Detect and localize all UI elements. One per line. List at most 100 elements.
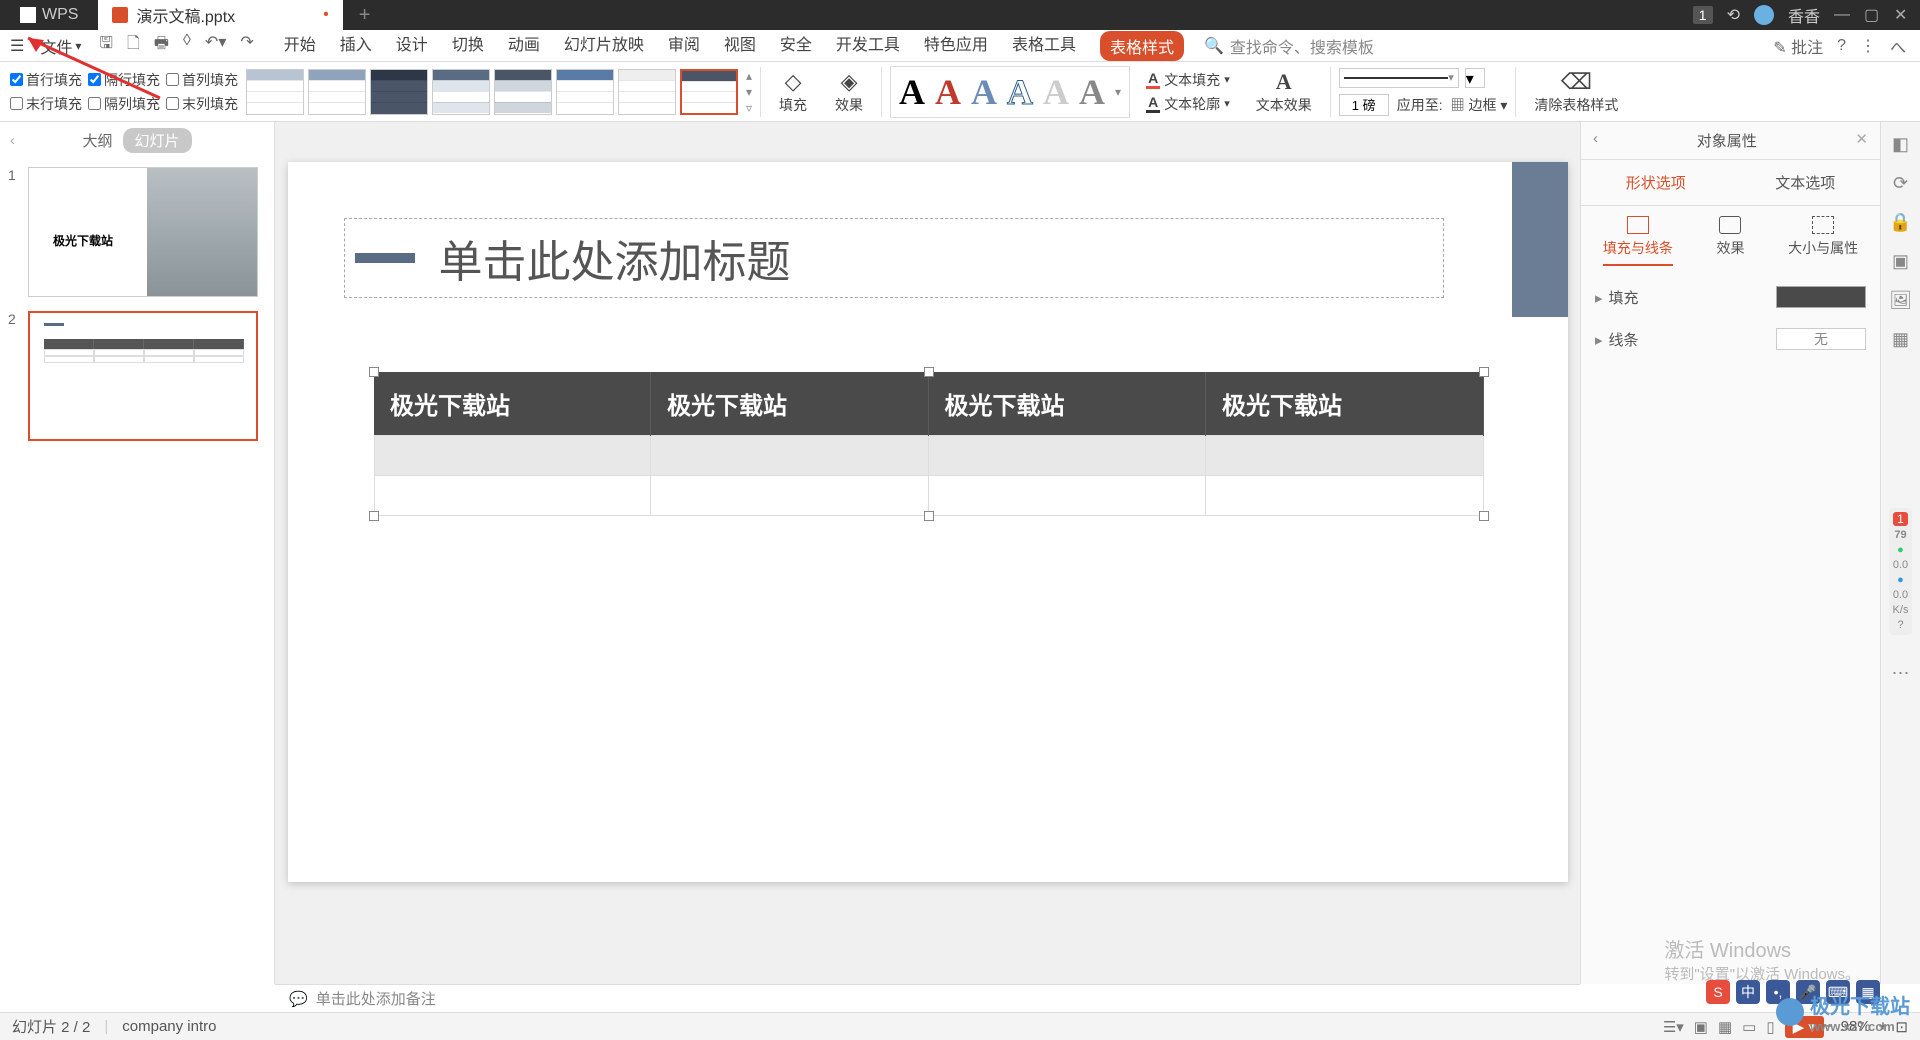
notes-toggle-icon[interactable]: ☰▾ (1663, 1018, 1684, 1036)
menu-insert[interactable]: 插入 (340, 31, 372, 61)
menu-table-tools[interactable]: 表格工具 (1012, 31, 1076, 61)
windows-activate-watermark: 激活 Windows 转到"设置"以激活 Windows。 (1664, 934, 1860, 984)
menu-slideshow[interactable]: 幻灯片放映 (564, 31, 644, 61)
user-avatar-icon[interactable] (1754, 5, 1774, 25)
prop-line-row[interactable]: ▸线条 无 (1581, 318, 1880, 360)
border-style-select[interactable]: ▾ (1339, 68, 1459, 88)
title-text[interactable]: 单击此处添加标题 (439, 226, 791, 290)
menu-review[interactable]: 审阅 (668, 31, 700, 61)
view-show-icon[interactable]: ▯ (1766, 1018, 1774, 1036)
fill-button[interactable]: ◇填充 (769, 69, 817, 115)
menu-transition[interactable]: 切换 (452, 31, 484, 61)
menu-animation[interactable]: 动画 (508, 31, 540, 61)
slide-editor[interactable]: 单击此处添加标题 极光下载站 极光下载站 极光下载站 极光下载站 (275, 122, 1580, 984)
props-collapse-icon[interactable]: ‹ (1593, 130, 1598, 151)
maximize-button[interactable]: ▢ (1864, 5, 1880, 25)
chk-last-col[interactable]: 末列填充 (166, 94, 238, 114)
chk-first-row[interactable]: 首行填充 (10, 70, 82, 90)
text-effect-button[interactable]: A文本效果 (1246, 69, 1322, 115)
strip-refresh-icon[interactable]: ⟳ (1893, 173, 1908, 194)
chk-first-col[interactable]: 首列填充 (166, 70, 238, 90)
table-object[interactable]: 极光下载站 极光下载站 极光下载站 极光下载站 (374, 372, 1484, 516)
wordart-gallery[interactable]: A A A A A A ▾ (890, 66, 1130, 118)
clear-style-button[interactable]: ⌫清除表格样式 (1524, 69, 1628, 115)
more-icon[interactable]: ⋮ (1860, 36, 1876, 56)
redo-icon[interactable]: ↷ (240, 32, 253, 59)
strip-grid-icon[interactable]: ▦ (1892, 329, 1909, 350)
print-icon[interactable]: 🖶 (154, 32, 169, 59)
minimize-button[interactable]: — (1834, 6, 1850, 24)
strip-more-icon[interactable]: ⋯ (1892, 663, 1910, 684)
slide-canvas[interactable]: 单击此处添加标题 极光下载站 极光下载站 极光下载站 极光下载站 (288, 162, 1568, 882)
line-none-select[interactable]: 无 (1776, 328, 1866, 350)
props-title: 对象属性 (1697, 130, 1757, 151)
annotate-button[interactable]: ✎ 批注 (1773, 34, 1823, 58)
save-icon[interactable]: 🖫 (99, 32, 113, 59)
wps-home-tab[interactable]: WPS (0, 0, 98, 30)
strip-lock-icon[interactable]: 🔒 (1889, 212, 1911, 233)
table-cell[interactable] (374, 476, 651, 516)
text-fill-button[interactable]: A文本填充▾ (1146, 70, 1230, 90)
text-outline-button[interactable]: A文本轮廓▾ (1146, 94, 1230, 114)
panel-close-icon[interactable]: ‹ (10, 132, 15, 149)
border-color-icon[interactable]: ▾ (1465, 68, 1485, 88)
document-tab[interactable]: 演示文稿.pptx • (98, 0, 342, 30)
preview-icon[interactable]: ◊ (183, 32, 191, 59)
table-header-cell[interactable]: 极光下载站 (1206, 372, 1484, 436)
outline-tab[interactable]: 大纲 (82, 130, 112, 151)
menu-table-style[interactable]: 表格样式 (1100, 31, 1184, 61)
table-header-cell[interactable]: 极光下载站 (928, 372, 1205, 436)
strip-layer-icon[interactable]: ▣ (1892, 251, 1909, 272)
file-menu[interactable]: 文件▾ (34, 30, 87, 62)
new-tab-button[interactable]: + (343, 4, 387, 27)
command-search[interactable]: 🔍 查找命令、搜索模板 (1204, 34, 1374, 58)
chk-banded-col[interactable]: 隔列填充 (88, 94, 160, 114)
pen-weight-input[interactable] (1339, 94, 1389, 116)
border-button[interactable]: ▦ 边框 ▾ (1451, 95, 1508, 115)
menu-start[interactable]: 开始 (284, 31, 316, 61)
menu-devtools[interactable]: 开发工具 (836, 31, 900, 61)
close-button[interactable]: ✕ (1894, 5, 1910, 25)
slides-tab[interactable]: 幻灯片 (123, 128, 192, 153)
decorative-image (1512, 162, 1568, 317)
strip-select-icon[interactable]: ◧ (1892, 134, 1909, 155)
prop-fill-row[interactable]: ▸填充 (1581, 276, 1880, 318)
props-sub-fill[interactable]: 填充与线条 (1603, 216, 1673, 266)
hamburger-icon[interactable]: ☰ (0, 36, 34, 56)
menu-design[interactable]: 设计 (396, 31, 428, 61)
table-cell[interactable] (374, 436, 651, 476)
menu-security[interactable]: 安全 (780, 31, 812, 61)
slide-thumb-1[interactable]: 极光下载站 (28, 167, 258, 297)
title-placeholder[interactable]: 单击此处添加标题 (344, 218, 1444, 298)
print-preview-icon[interactable]: 🗋 (127, 32, 140, 59)
chk-last-row[interactable]: 末行填充 (10, 94, 82, 114)
undo-icon[interactable]: ↶▾ (205, 32, 226, 59)
menu-special[interactable]: 特色应用 (924, 31, 988, 61)
fill-color-swatch[interactable] (1776, 286, 1866, 308)
ribbon: 首行填充 隔行填充 首列填充 末行填充 隔列填充 末列填充 ▴▾▿ ◇填充 ◈效… (0, 62, 1920, 122)
table-header-cell[interactable]: 极光下载站 (651, 372, 928, 436)
sync-icon[interactable]: ⟲ (1727, 5, 1740, 25)
wps-logo-icon (20, 7, 36, 23)
effect-button[interactable]: ◈效果 (825, 69, 873, 115)
chk-banded-row[interactable]: 隔行填充 (88, 70, 160, 90)
table-style-gallery[interactable]: ▴▾▿ (246, 69, 752, 115)
table-header-cell[interactable]: 极光下载站 (374, 372, 651, 436)
view-normal-icon[interactable]: ▣ (1694, 1018, 1708, 1036)
help-icon[interactable]: ? (1837, 37, 1846, 55)
notification-badge[interactable]: 1 (1693, 6, 1713, 24)
slide-thumb-2[interactable] (28, 311, 258, 441)
props-close-icon[interactable]: ✕ (1855, 130, 1868, 151)
props-sub-effect[interactable]: 效果 (1716, 216, 1744, 266)
props-tab-text[interactable]: 文本选项 (1767, 168, 1843, 197)
props-tab-shape[interactable]: 形状选项 (1618, 168, 1694, 197)
menu-view[interactable]: 视图 (724, 31, 756, 61)
slide-panel: ‹ 大纲 幻灯片 1 极光下载站 2 (0, 122, 275, 984)
notes-placeholder[interactable]: 单击此处添加备注 (316, 988, 436, 1009)
view-sorter-icon[interactable]: ▦ (1718, 1018, 1732, 1036)
collapse-ribbon-icon[interactable]: へ (1890, 34, 1906, 58)
notes-bar[interactable]: 💬 单击此处添加备注 (275, 984, 1580, 1012)
view-reading-icon[interactable]: ▭ (1742, 1018, 1756, 1036)
props-sub-size[interactable]: 大小与属性 (1788, 216, 1858, 266)
strip-image-icon[interactable]: 🖼 (1889, 290, 1912, 311)
